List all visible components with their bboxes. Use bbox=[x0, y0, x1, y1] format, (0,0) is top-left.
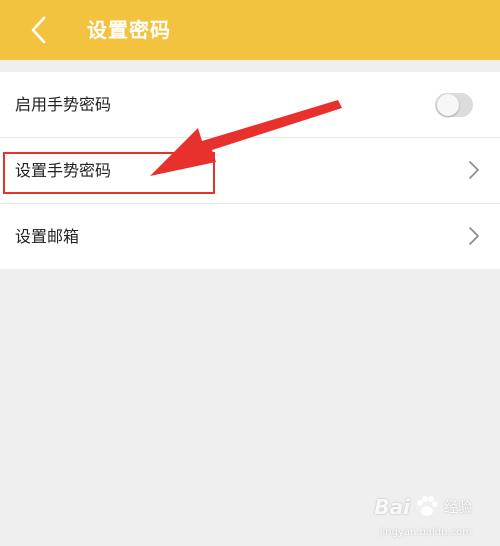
settings-row-label: 设置手势密码 bbox=[15, 161, 112, 180]
watermark-suffix: 经验 bbox=[444, 500, 472, 516]
settings-list: 启用手势密码 设置手势密码 设置邮箱 bbox=[0, 72, 500, 269]
enable-gesture-toggle[interactable] bbox=[435, 93, 473, 117]
watermark-brand: Bai bbox=[374, 495, 410, 519]
settings-row-label: 启用手势密码 bbox=[15, 95, 112, 114]
chevron-left-icon bbox=[31, 16, 46, 44]
chevron-right-icon bbox=[468, 160, 480, 180]
back-button[interactable] bbox=[22, 12, 58, 48]
baidu-watermark: Bai 经验 bbox=[374, 492, 472, 522]
paw-icon bbox=[417, 496, 438, 516]
settings-row-label: 设置邮箱 bbox=[15, 227, 80, 246]
settings-row-set-gesture-password[interactable]: 设置手势密码 bbox=[0, 138, 500, 204]
toggle-knob bbox=[437, 94, 459, 116]
settings-row-set-email[interactable]: 设置邮箱 bbox=[0, 204, 500, 269]
app-header: 设置密码 bbox=[0, 0, 500, 60]
page-title: 设置密码 bbox=[87, 18, 171, 42]
watermark-domain: jingyan.baidu.com bbox=[379, 527, 472, 538]
chevron-right-icon bbox=[468, 226, 480, 246]
settings-row-enable-gesture[interactable]: 启用手势密码 bbox=[0, 72, 500, 138]
